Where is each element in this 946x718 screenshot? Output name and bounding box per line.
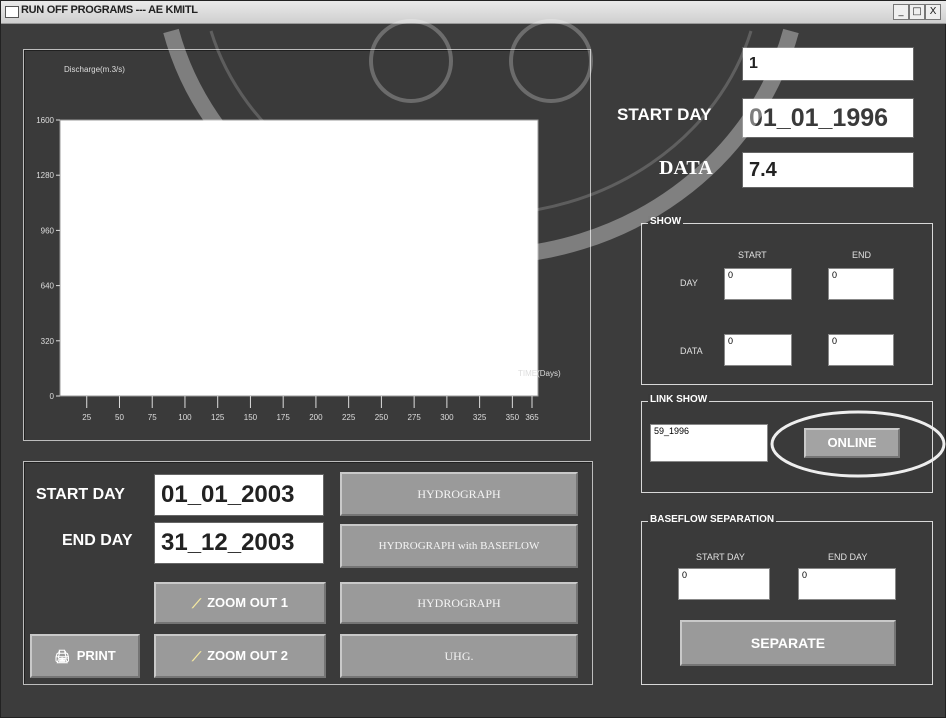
y-tick-label: 640: [41, 282, 55, 291]
app-window: RUN OFF PROGRAMS --- AE KMITL _ □ X Disc…: [0, 0, 946, 718]
show-group: SHOW START END DAY DATA 0 0 0 0: [641, 216, 933, 385]
y-tick-label: 320: [41, 337, 55, 346]
baseflow-end-field[interactable]: 0: [798, 568, 896, 600]
start-day-label: START DAY: [617, 105, 712, 124]
maximize-button[interactable]: □: [909, 4, 925, 20]
x-tick-label: 50: [115, 413, 124, 422]
show-day-end-field[interactable]: 0: [828, 268, 894, 300]
data-label: DATA: [659, 157, 713, 179]
controls-panel: START DAY 01_01_2003 END DAY 31_12_2003 …: [23, 461, 593, 685]
show-group-title: SHOW: [648, 216, 684, 227]
print-label: PRINT: [76, 648, 116, 663]
x-tick-label: 75: [148, 413, 157, 422]
hydrograph-secondary-button[interactable]: HYDROGRAPH: [340, 582, 578, 624]
x-tick-label: 275: [407, 413, 421, 422]
data-field[interactable]: 7.4: [742, 152, 914, 188]
x-tick-label: 225: [342, 413, 356, 422]
x-tick-label: 100: [178, 413, 192, 422]
link-show-field[interactable]: 59_1996: [650, 424, 768, 462]
zoom-out-2-label: ZOOM OUT 2: [207, 648, 288, 663]
baseflow-group: BASEFLOW SEPARATION START DAY END DAY 0 …: [641, 514, 933, 685]
show-data-label: DATA: [680, 346, 703, 356]
y-tick-label: 1280: [36, 171, 54, 180]
link-show-title: LINK SHOW: [648, 394, 710, 405]
zoom-out-1-button[interactable]: ⟋ ZOOM OUT 1: [154, 582, 326, 624]
show-data-start-field[interactable]: 0: [724, 334, 792, 366]
record-number-field[interactable]: 1: [742, 47, 914, 81]
app-icon: [5, 6, 19, 18]
baseflow-start-label: START DAY: [696, 552, 745, 562]
separate-button[interactable]: SEPARATE: [680, 620, 896, 666]
title-bar: RUN OFF PROGRAMS --- AE KMITL _ □ X: [1, 1, 946, 24]
controls-end-day-label: END DAY: [62, 532, 133, 549]
link-show-group: LINK SHOW 59_1996 ONLINE: [641, 394, 946, 493]
baseflow-start-field[interactable]: 0: [678, 568, 770, 600]
x-axis-label: TIME(Days): [518, 369, 561, 378]
x-tick-label: 250: [375, 413, 389, 422]
show-end-header: END: [852, 250, 872, 260]
uhg-button[interactable]: UHG.: [340, 634, 578, 678]
hydrograph-button[interactable]: HYDROGRAPH: [340, 472, 578, 516]
x-tick-label: 200: [309, 413, 323, 422]
controls-start-day-label: START DAY: [36, 486, 125, 503]
close-button[interactable]: X: [925, 4, 941, 20]
x-tick-label: 175: [276, 413, 290, 422]
x-tick-label: 125: [211, 413, 225, 422]
x-tick-label: 325: [473, 413, 487, 422]
minimize-button[interactable]: _: [893, 4, 909, 20]
y-tick-label: 1600: [36, 116, 54, 125]
zoom-out-1-label: ZOOM OUT 1: [207, 595, 288, 610]
x-tick-label: 25: [82, 413, 91, 422]
show-data-end-field[interactable]: 0: [828, 334, 894, 366]
x-tick-label: 300: [440, 413, 454, 422]
chart-panel: Discharge(m.3/s) TIME(Days) 0 320 640 960 12…: [23, 49, 591, 441]
baseflow-end-label: END DAY: [828, 552, 868, 562]
hydrograph-baseflow-button[interactable]: HYDROGRAPH with BASEFLOW: [340, 524, 578, 568]
highlight-ellipse: [770, 410, 946, 478]
y-axis-label: Discharge(m.3/s): [64, 65, 125, 74]
show-day-label: DAY: [680, 278, 698, 288]
zoom-out-2-button[interactable]: ⟋ ZOOM OUT 2: [154, 634, 326, 678]
y-ticks: 0 320 640 960 1280 1600: [36, 116, 60, 401]
window-title: RUN OFF PROGRAMS --- AE KMITL: [21, 4, 198, 16]
plot-area: [59, 119, 539, 397]
controls-end-day-field[interactable]: 31_12_2003: [154, 522, 324, 564]
x-tick-label: 150: [244, 413, 258, 422]
show-day-start-field[interactable]: 0: [724, 268, 792, 300]
y-tick-label: 0: [50, 392, 55, 401]
x-ticks: 25 50 75 100 125 150 175 200 225 250 275 300 325 350 3…: [82, 396, 539, 422]
show-start-header: START: [738, 250, 767, 260]
start-day-field[interactable]: 01_01_1996: [742, 98, 914, 138]
x-tick-label: 365: [525, 413, 539, 422]
controls-start-day-field[interactable]: 01_01_2003: [154, 474, 324, 516]
y-tick-label: 960: [41, 226, 55, 235]
hydrograph-chart: Discharge(m.3/s) TIME(Days) 0 320 640 960 12…: [36, 65, 561, 422]
zoom-wand-icon: ⟋: [192, 648, 202, 664]
x-tick-label: 350: [506, 413, 520, 422]
zoom-wand-icon: ⟋: [192, 595, 202, 611]
printer-icon: 🖨: [54, 648, 71, 664]
baseflow-title: BASEFLOW SEPARATION: [648, 514, 777, 525]
print-button[interactable]: 🖨 PRINT: [30, 634, 140, 678]
